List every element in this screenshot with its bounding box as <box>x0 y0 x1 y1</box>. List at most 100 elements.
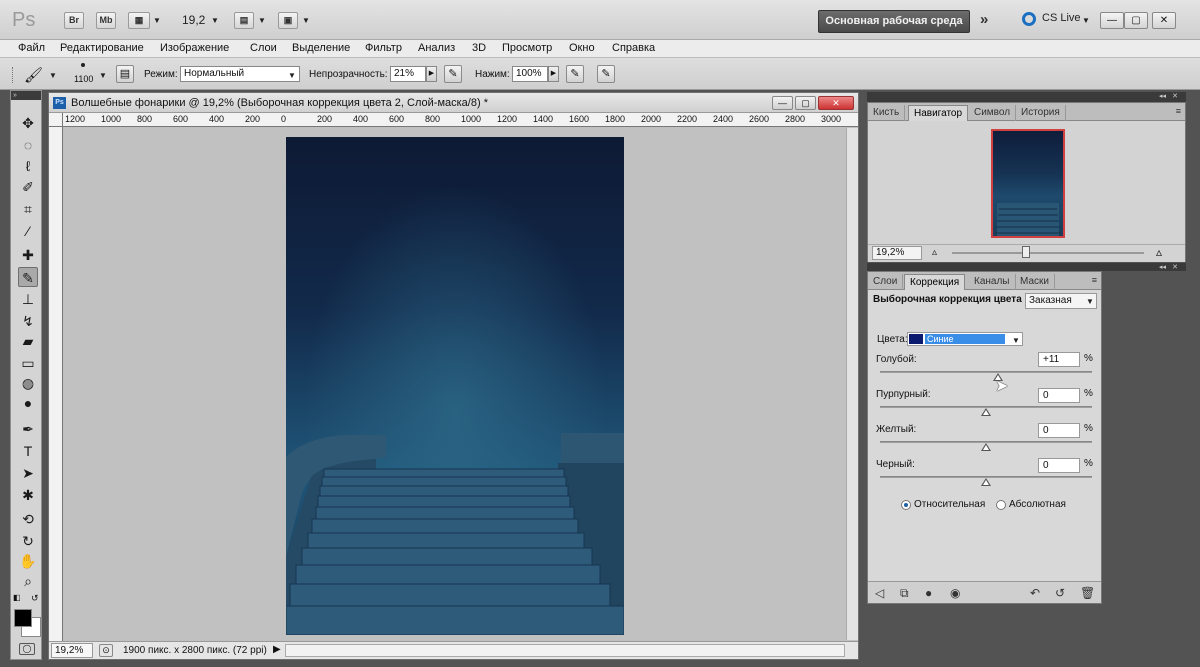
cs-live-button[interactable]: CS Live <box>1042 12 1081 24</box>
more-workspaces-button[interactable]: » <box>980 11 988 28</box>
expand-view-icon[interactable]: ⧉ <box>900 586 909 601</box>
chevron-down-icon[interactable]: ▼ <box>153 16 161 25</box>
zoom-out-icon[interactable]: ▵ <box>932 247 937 258</box>
horizontal-scrollbar[interactable] <box>285 644 845 657</box>
tablet-opacity-icon[interactable]: ✎ <box>444 65 462 83</box>
tab-layers[interactable]: Слои <box>868 274 904 290</box>
gradient-tool-icon[interactable]: ▭ <box>18 353 38 373</box>
doc-close-button[interactable]: ✕ <box>818 96 854 110</box>
menu-edit[interactable]: Редактирование <box>60 42 144 54</box>
relative-radio[interactable] <box>901 500 911 510</box>
cyan-slider[interactable] <box>880 371 1092 373</box>
path-selection-tool-icon[interactable]: ➤ <box>18 463 38 483</box>
panel-dock-header[interactable]: ◂◂ ✕ <box>867 263 1186 271</box>
hand-tool-icon[interactable]: ✋ <box>18 551 38 571</box>
document-title-bar[interactable]: Ps Волшебные фонарики @ 19,2% (Выборочна… <box>49 93 858 113</box>
blur-tool-icon[interactable]: ◍ <box>18 373 38 393</box>
grip-handle[interactable] <box>12 67 15 83</box>
zoom-level[interactable]: 19,2 <box>182 13 205 27</box>
colors-select[interactable]: Синие <box>907 332 1023 346</box>
visibility-eye-icon[interactable]: ◉ <box>950 586 960 600</box>
workspace-button[interactable]: Основная рабочая среда <box>818 10 970 33</box>
black-input[interactable]: 0 <box>1038 458 1080 473</box>
cyan-input[interactable]: +11 <box>1038 352 1080 367</box>
brush-preview-icon[interactable] <box>81 63 85 67</box>
status-icon[interactable]: ⊙ <box>99 644 113 657</box>
close-button[interactable]: ✕ <box>1152 12 1176 29</box>
tab-channels[interactable]: Каналы <box>969 274 1016 290</box>
bridge-button[interactable]: Br <box>64 12 84 29</box>
default-colors-icon[interactable]: ◧ <box>13 593 21 602</box>
vertical-ruler[interactable] <box>49 127 63 641</box>
foreground-color-swatch[interactable] <box>14 609 32 627</box>
menu-view[interactable]: Просмотр <box>502 42 552 54</box>
menu-window[interactable]: Окно <box>569 42 595 54</box>
navigator-zoom-input[interactable]: 19,2% <box>872 246 922 260</box>
navigator-thumbnail[interactable] <box>991 129 1065 238</box>
clone-stamp-tool-icon[interactable]: ⊥ <box>18 289 38 309</box>
3d-orbit-tool-icon[interactable]: ↻ <box>18 531 38 551</box>
chevron-down-icon[interactable]: ▼ <box>302 16 310 25</box>
tab-navigator[interactable]: Навигатор <box>908 105 969 121</box>
brush-panel-icon[interactable]: ▤ <box>116 65 134 83</box>
collapse-panels-icon[interactable]: ◂◂ <box>1159 263 1166 271</box>
horizontal-ruler[interactable]: 1200 1000 800 600 400 200 0 200 400 600 … <box>63 113 858 127</box>
navigator-zoom-slider[interactable] <box>952 252 1144 254</box>
close-panels-icon[interactable]: ✕ <box>1172 263 1178 271</box>
menu-image[interactable]: Изображение <box>160 42 229 54</box>
panel-menu-icon[interactable]: ≡ <box>1092 275 1097 285</box>
chevron-down-icon[interactable]: ▼ <box>1012 336 1020 345</box>
menu-select[interactable]: Выделение <box>292 42 350 54</box>
magenta-input[interactable]: 0 <box>1038 388 1080 403</box>
marquee-tool-icon[interactable]: ◌ <box>18 135 38 155</box>
maximize-button[interactable]: ▢ <box>1124 12 1148 29</box>
absolute-radio[interactable] <box>996 500 1006 510</box>
reset-icon[interactable]: ↺ <box>1055 586 1065 600</box>
yellow-slider-thumb[interactable] <box>981 443 991 451</box>
menu-3d[interactable]: 3D <box>472 42 486 54</box>
status-zoom-input[interactable]: 19,2% <box>51 643 93 658</box>
3d-rotate-tool-icon[interactable]: ⟲ <box>18 509 38 529</box>
opacity-input[interactable]: 21% <box>390 66 426 82</box>
doc-maximize-button[interactable]: ▢ <box>795 96 816 110</box>
chevron-down-icon[interactable]: ▼ <box>288 71 296 80</box>
brush-tool-icon[interactable]: ✎ <box>18 267 38 287</box>
crop-tool-icon[interactable]: ⌗ <box>18 199 38 219</box>
brush-tool-icon[interactable]: 🖌 <box>24 66 43 84</box>
opacity-slider-arrow[interactable]: ▶ <box>426 66 437 82</box>
panel-dock-header[interactable]: ◂◂ ✕ <box>867 92 1186 102</box>
minibridge-button[interactable]: Mb <box>96 12 116 29</box>
dodge-tool-icon[interactable]: ● <box>18 393 38 413</box>
minimize-button[interactable]: — <box>1100 12 1124 29</box>
menu-analysis[interactable]: Анализ <box>418 42 455 54</box>
navigator-preview-area[interactable] <box>868 121 1185 244</box>
chevron-down-icon[interactable]: ▼ <box>49 71 57 80</box>
doc-minimize-button[interactable]: — <box>772 96 793 110</box>
flow-input[interactable]: 100% <box>512 66 548 82</box>
previous-state-icon[interactable]: ↶ <box>1030 586 1040 600</box>
tab-brush[interactable]: Кисть <box>868 105 906 121</box>
zoom-in-icon[interactable]: ▵ <box>1156 245 1162 259</box>
navigator-zoom-thumb[interactable] <box>1022 246 1030 258</box>
zoom-tool-icon[interactable]: ⌕ <box>18 571 38 591</box>
brush-size[interactable]: 1100 <box>74 74 93 84</box>
filmstrip-icon[interactable]: ▦ <box>128 12 150 29</box>
panel-menu-icon[interactable]: ≡ <box>1176 106 1181 116</box>
chevron-down-icon[interactable]: ▼ <box>1086 297 1094 306</box>
clip-layer-icon[interactable]: ● <box>925 586 932 600</box>
close-panels-icon[interactable]: ✕ <box>1172 92 1178 100</box>
delete-icon[interactable]: 🗑 <box>1080 586 1095 600</box>
absolute-label[interactable]: Абсолютная <box>1009 499 1066 510</box>
tab-masks[interactable]: Маски <box>1015 274 1055 290</box>
tab-adjustments[interactable]: Коррекция <box>904 274 966 290</box>
chevron-down-icon[interactable]: ▼ <box>211 16 219 25</box>
arrange-documents-icon[interactable]: ▤ <box>234 12 254 29</box>
lasso-tool-icon[interactable]: ℓ <box>18 156 38 176</box>
ruler-corner[interactable] <box>49 113 63 127</box>
vertical-scrollbar[interactable] <box>846 128 858 640</box>
menu-filter[interactable]: Фильтр <box>365 42 402 54</box>
chevron-down-icon[interactable]: ▼ <box>99 71 107 80</box>
tablet-size-icon[interactable]: ✎ <box>597 65 615 83</box>
screen-mode-icon[interactable]: ▣ <box>278 12 298 29</box>
healing-brush-tool-icon[interactable]: ✚ <box>18 245 38 265</box>
